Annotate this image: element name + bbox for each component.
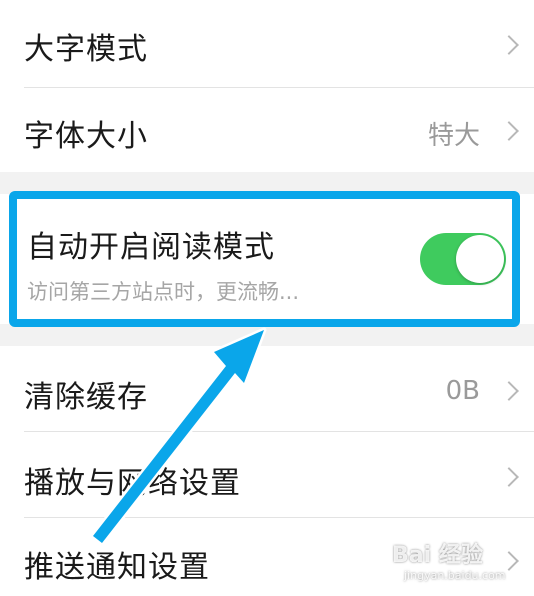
watermark-text: Bai 经验 — [392, 543, 483, 568]
annotation-arrow-icon — [90, 327, 267, 546]
watermark-sub: jingyan.baidu.com — [404, 569, 506, 582]
baidu-jingyan-watermark: Bai 经验 jingyan.baidu.com — [392, 533, 532, 593]
